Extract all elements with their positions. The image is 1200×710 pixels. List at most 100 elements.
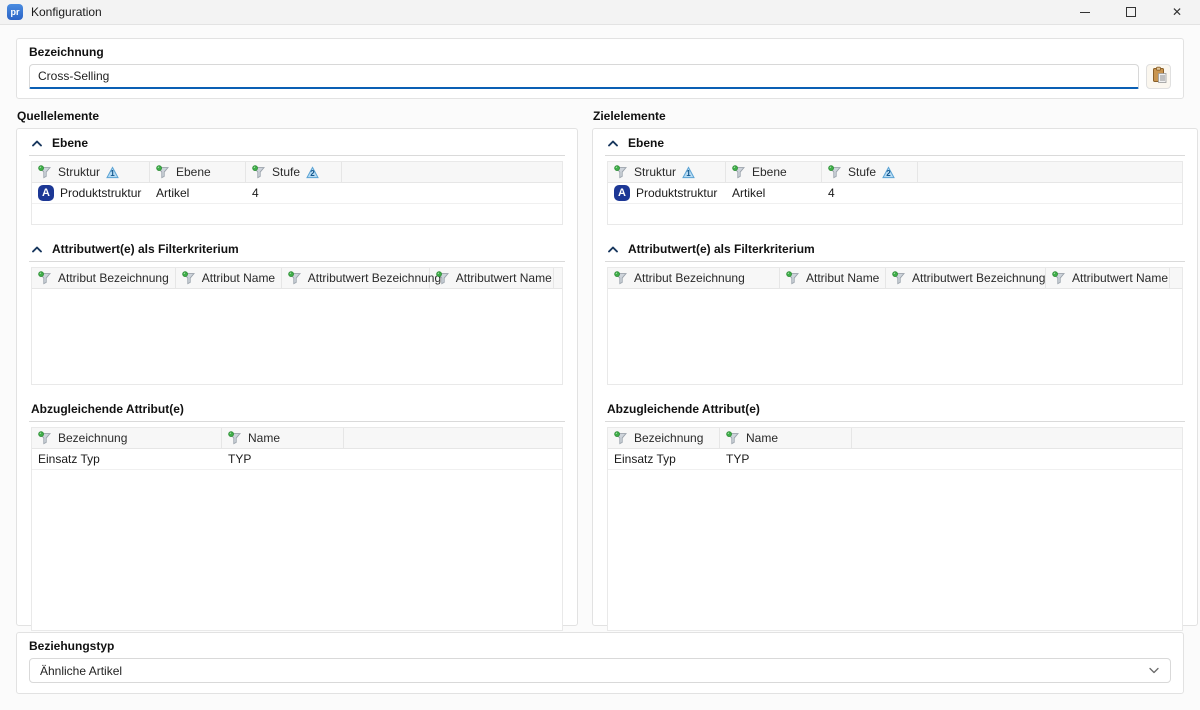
paste-button[interactable] <box>1146 64 1171 89</box>
app-icon: pr <box>7 4 23 20</box>
column-header-attributwert-name[interactable]: Attributwert Name <box>1046 268 1170 288</box>
beziehungstyp-label: Beziehungstyp <box>29 639 1171 653</box>
column-header-empty <box>918 162 1182 182</box>
column-header-label: Name <box>248 431 280 445</box>
close-icon: ✕ <box>1172 6 1182 18</box>
target-ebene-section: Ebene Struktur 1 <box>605 132 1185 225</box>
dialog-client-area: Bezeichnung <box>0 25 1200 694</box>
filter-icon[interactable] <box>786 271 800 285</box>
column-header-label: Attributwert Bezeichnung <box>308 271 441 285</box>
column-header-name[interactable]: Name <box>720 428 852 448</box>
sort-order-icon: 1 <box>106 166 119 179</box>
filter-icon[interactable] <box>614 431 628 445</box>
column-header-empty <box>852 428 1182 448</box>
section-title: Attributwert(e) als Filterkriterium <box>628 242 815 256</box>
beziehungstyp-group: Beziehungstyp Ähnliche Artikel <box>16 632 1184 694</box>
column-header-attribut-bezeichnung[interactable]: Attribut Bezeichnung <box>608 268 780 288</box>
target-panel-box: Ebene Struktur 1 <box>592 128 1198 626</box>
table-row[interactable]: A Produktstruktur Artikel 4 <box>32 183 562 204</box>
column-header-empty <box>342 162 562 182</box>
bezeichnung-input[interactable] <box>29 64 1139 89</box>
filter-icon[interactable] <box>156 165 170 179</box>
table-row[interactable]: A Produktstruktur Artikel 4 <box>608 183 1182 204</box>
filter-icon[interactable] <box>614 271 628 285</box>
filter-icon[interactable] <box>38 431 52 445</box>
source-attributes-table: Bezeichnung Name Einsatz Typ TYP <box>31 427 563 631</box>
filter-icon[interactable] <box>38 165 52 179</box>
cell-struktur: Produktstruktur <box>60 186 141 200</box>
column-header-label: Attribut Bezeichnung <box>634 271 745 285</box>
column-header-attributwert-name[interactable]: Attributwert Name <box>430 268 554 288</box>
column-header-label: Struktur <box>634 165 676 179</box>
close-button[interactable]: ✕ <box>1154 0 1200 24</box>
filter-icon[interactable] <box>38 271 52 285</box>
window-controls: ✕ <box>1062 0 1200 24</box>
cell-stufe: 4 <box>828 186 835 200</box>
source-ebene-table: Struktur 1 Ebene Stufe <box>31 161 563 225</box>
source-elements-panel: Quellelemente Ebene Struktur <box>16 109 578 626</box>
target-filter-table: Attribut Bezeichnung Attribut Name Attri… <box>607 267 1183 385</box>
section-title: Ebene <box>628 136 664 150</box>
filter-icon[interactable] <box>288 271 302 285</box>
cell-name: TYP <box>726 452 749 466</box>
filter-icon[interactable] <box>732 165 746 179</box>
column-header-label: Attributwert Name <box>1072 271 1168 285</box>
column-header-empty <box>344 428 562 448</box>
column-header-label: Ebene <box>752 165 787 179</box>
target-filter-section: Attributwert(e) als Filterkriterium Attr… <box>605 238 1185 385</box>
target-panel-title: Zielelemente <box>593 109 1198 123</box>
minimize-button[interactable] <box>1062 0 1108 24</box>
struktur-type-icon: A <box>614 185 630 201</box>
struktur-type-icon: A <box>38 185 54 201</box>
column-header-label: Bezeichnung <box>634 431 703 445</box>
column-header-attributwert-bezeichnung[interactable]: Attributwert Bezeichnung <box>886 268 1046 288</box>
filter-icon[interactable] <box>182 271 196 285</box>
beziehungstyp-dropdown[interactable]: Ähnliche Artikel <box>29 658 1171 683</box>
cell-ebene: Artikel <box>156 186 189 200</box>
table-row[interactable]: Einsatz Typ TYP <box>608 449 1182 470</box>
filter-icon[interactable] <box>892 271 906 285</box>
column-header-empty <box>554 268 563 288</box>
column-header-label: Bezeichnung <box>58 431 127 445</box>
column-header-attribut-name[interactable]: Attribut Name <box>176 268 282 288</box>
clipboard-paste-icon <box>1150 66 1168 87</box>
column-header-attribut-bezeichnung[interactable]: Attribut Bezeichnung <box>32 268 176 288</box>
sort-order-icon: 2 <box>306 166 319 179</box>
cell-struktur: Produktstruktur <box>636 186 717 200</box>
filter-icon[interactable] <box>228 431 242 445</box>
section-title: Abzugleichende Attribut(e) <box>607 402 760 416</box>
filter-icon[interactable] <box>436 271 450 285</box>
column-header-bezeichnung[interactable]: Bezeichnung <box>608 428 720 448</box>
sort-order-icon: 2 <box>882 166 895 179</box>
column-header-ebene[interactable]: Ebene <box>726 162 822 182</box>
column-header-stufe[interactable]: Stufe 2 <box>822 162 918 182</box>
source-filter-table: Attribut Bezeichnung Attribut Name Attri… <box>31 267 563 385</box>
filter-icon[interactable] <box>828 165 842 179</box>
target-attributes-section: Abzugleichende Attribut(e) Bezeichnung <box>605 398 1185 631</box>
column-header-bezeichnung[interactable]: Bezeichnung <box>32 428 222 448</box>
column-header-stufe[interactable]: Stufe 2 <box>246 162 342 182</box>
collapse-chevron-icon[interactable] <box>31 139 43 148</box>
collapse-chevron-icon[interactable] <box>607 245 619 254</box>
column-header-name[interactable]: Name <box>222 428 344 448</box>
column-header-ebene[interactable]: Ebene <box>150 162 246 182</box>
titlebar: pr Konfiguration ✕ <box>0 0 1200 25</box>
source-panel-title: Quellelemente <box>17 109 578 123</box>
filter-icon[interactable] <box>1052 271 1066 285</box>
column-header-attribut-name[interactable]: Attribut Name <box>780 268 886 288</box>
cell-bezeichnung: Einsatz Typ <box>38 452 100 466</box>
column-header-struktur[interactable]: Struktur 1 <box>32 162 150 182</box>
collapse-chevron-icon[interactable] <box>31 245 43 254</box>
table-row[interactable]: Einsatz Typ TYP <box>32 449 562 470</box>
source-panel-box: Ebene Struktur 1 <box>16 128 578 626</box>
bezeichnung-group: Bezeichnung <box>16 38 1184 99</box>
chevron-down-icon <box>1148 666 1160 675</box>
maximize-button[interactable] <box>1108 0 1154 24</box>
column-header-attributwert-bezeichnung[interactable]: Attributwert Bezeichnung <box>282 268 430 288</box>
collapse-chevron-icon[interactable] <box>607 139 619 148</box>
filter-icon[interactable] <box>726 431 740 445</box>
filter-icon[interactable] <box>252 165 266 179</box>
column-header-struktur[interactable]: Struktur 1 <box>608 162 726 182</box>
target-elements-panel: Zielelemente Ebene Struktur <box>592 109 1198 626</box>
filter-icon[interactable] <box>614 165 628 179</box>
